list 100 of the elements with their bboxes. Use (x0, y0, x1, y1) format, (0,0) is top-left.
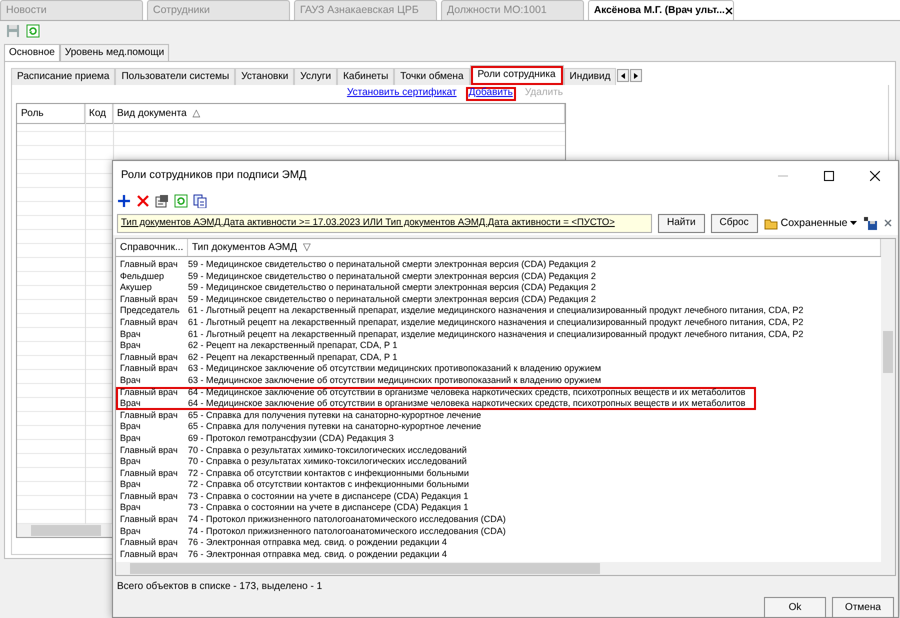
tab[interactable]: Точки обмена (394, 68, 470, 85)
caret-icon (850, 221, 858, 225)
dialog-button[interactable]: Отмена (832, 597, 894, 618)
table-cell-text: Врач (120, 374, 142, 387)
delete-icon[interactable] (136, 194, 150, 208)
table-cell-text: Врач (120, 421, 142, 433)
table-cell: 73 - Справка о состоянии на учете в диспансере (CDA) Редакция 1 (188, 502, 468, 514)
table-cell-text: Председатель (120, 305, 181, 317)
table-cell-text: Главный врач (120, 294, 179, 306)
vertical-scrollbar[interactable] (881, 239, 895, 575)
table-cell: 70 - Справка о результатах химико-токсилогических исследований (188, 456, 467, 468)
table-cell-text: Главный врач (120, 316, 179, 329)
sort-icon: △ (192, 108, 201, 120)
tab[interactable]: Кабинеты (337, 68, 394, 85)
table-cell: 69 - Протокол гемотрансфузии (CDA) Редакция 3 (188, 432, 394, 444)
tab[interactable]: Пользователи системы (115, 68, 236, 85)
right-arrow-icon (634, 72, 638, 78)
column-header[interactable]: Справочник... (116, 239, 188, 256)
table-cell-text: Врач (120, 432, 142, 444)
table-cell: 64 - Медицинское заключение об отсутствии в организме человека наркотических средств, психотропных веществ и их метаболитов (188, 398, 746, 410)
horizontal-scrollbar[interactable] (116, 562, 881, 575)
table-cell-text: Главный врач (120, 468, 179, 480)
table-cell: 59 - Медицинское свидетельство о перинатальной смерти электронная версия (CDA) Редакция 2 (188, 259, 596, 271)
table-cell-text: Врач (120, 526, 142, 538)
table-cell: 65 - Справка для получения путевки на санаторно-курортное лечение (188, 410, 482, 422)
properties-icon[interactable] (155, 194, 169, 208)
table-cell: 70 - Справка о результатах химико-токсилогических исследований (188, 444, 467, 456)
tab[interactable]: Услуги (294, 68, 338, 85)
filter-button[interactable]: Сброс (710, 214, 758, 232)
section-tab[interactable]: Уровень мед.помощи (60, 44, 170, 61)
horizontal-scrollbar[interactable] (17, 524, 111, 537)
filter-button[interactable]: Найти (658, 214, 705, 232)
sort-icon: ▽ (303, 242, 312, 254)
table-cell: 76 - Электронная отправка мед. свид. о рождении редакции 4 (188, 537, 447, 549)
document-tab[interactable]: Аксёнова М.Г. (Врач ульт... (588, 0, 734, 20)
filter-field[interactable]: Тип документов АЭМД.Дата активности >= 17.03.2023 ИЛИ Тип документов АЭМД.Дата активности = <ПУСТО> (117, 214, 652, 232)
table-cell: 59 - Медицинское свидетельство о перинатальной смерти электронная версия (CDA) Редакция 2 (188, 282, 596, 294)
maximize-icon (824, 171, 834, 181)
tab[interactable]: Расписание приема (11, 68, 116, 85)
table-cell-text: Главный врач (120, 514, 179, 526)
close-button[interactable] (724, 6, 733, 14)
table-cell-text: Врач (120, 328, 142, 340)
scroll-right-button[interactable] (630, 69, 642, 82)
table-cell-text: Главный врач (120, 537, 179, 549)
table-cell-text: Главный врач (120, 548, 179, 560)
refresh-icon[interactable] (174, 194, 188, 208)
table-cell: 72 - Справка об отсутствии контактов с инфекционными больными (188, 468, 469, 480)
column-header[interactable]: Код (85, 104, 113, 123)
table-cell-text: Главный врач (120, 259, 179, 271)
table-cell-text: Врач (120, 456, 142, 468)
table-cell-text: Врач (120, 502, 142, 514)
saved-filters-button[interactable]: Сохраненные (764, 216, 858, 230)
table-cell: 62 - Рецепт на лекарственный препарат, CDA, P 1 (188, 340, 398, 352)
add-icon[interactable] (117, 194, 131, 208)
column-header[interactable]: Роль (17, 104, 85, 123)
table-cell: 61 - Льготный рецепт на лекарственный препарат, изделие медицинского назначения и специализированный продукт лечебного питания, CDA, P2 (188, 305, 804, 317)
dialog-title: Роли сотрудников при подписи ЭМД (121, 169, 308, 183)
section-tab[interactable]: Основное (4, 44, 60, 61)
refresh-icon[interactable] (26, 24, 40, 38)
table-cell: 63 - Медицинское заключение об отсутствии медицинских противопоказаний к владению оружием (188, 363, 602, 375)
dialog-button[interactable]: Ok (764, 597, 826, 618)
table-cell-text: Главный врач (120, 386, 179, 398)
table-cell: 76 - Электронная отправка мед. свид. о рождении редакции 4 (188, 548, 447, 560)
table-cell-text: Врач (120, 398, 142, 410)
table-cell-text: Главный врач (120, 444, 179, 456)
table-cell: 61 - Льготный рецепт на лекарственный препарат, изделие медицинского назначения и специализированный продукт лечебного питания, CDA, P2 (188, 316, 804, 329)
left-arrow-icon (621, 72, 626, 78)
table-cell: 65 - Справка для получения путевки на санаторно-курортное лечение (188, 421, 482, 433)
table-cell-text: Акушер (120, 282, 153, 294)
close-icon (870, 171, 880, 181)
table-cell-text: Фельдшер (120, 270, 165, 282)
table-cell-text: Главный врач (120, 363, 179, 375)
table-cell: 74 - Протокол прижизненного патологоанатомического исследования (CDA) (188, 526, 506, 538)
table-cell: 59 - Медицинское свидетельство о перинатальной смерти электронная версия (CDA) Редакция 2 (188, 270, 596, 282)
tab[interactable]: Установки (235, 68, 294, 85)
column-header[interactable]: Вид документа △ (113, 104, 565, 123)
status-text: Всего объектов в списке - 173, выделено - 1 (116, 580, 324, 593)
table-cell-text: Главный врач (120, 410, 179, 422)
table-cell: 61 - Льготный рецепт на лекарственный препарат, изделие медицинского назначения и специализированный продукт лечебного питания, CDA, P2 (188, 328, 804, 340)
tab[interactable]: Индивид (564, 68, 616, 85)
table-cell: 59 - Медицинское свидетельство о перинатальной смерти электронная версия (CDA) Редакция 2 (188, 294, 596, 306)
table-cell-text: Врач (120, 479, 142, 491)
table-cell: 62 - Рецепт на лекарственный препарат, CDA, P 1 (188, 352, 398, 364)
copy-icon[interactable] (193, 194, 207, 208)
table-cell: 63 - Медицинское заключение об отсутствии медицинских противопоказаний к владению оружием (188, 374, 602, 387)
clear-button[interactable] (884, 219, 892, 227)
table-cell: 74 - Протокол прижизненного патологоанатомического исследования (CDA) (188, 514, 506, 526)
table-cell: 73 - Справка о состоянии на учете в диспансере (CDA) Редакция 1 (188, 490, 468, 502)
table-cell: 72 - Справка об отсутствии контактов с инфекционными больными (188, 479, 469, 491)
clear-icon (884, 219, 892, 227)
table-cell-text: Главный врач (120, 490, 179, 502)
table-cell: 64 - Медицинское заключение об отсутствии в организме человека наркотических средств, психотропных веществ и их метаболитов (188, 386, 746, 398)
table-cell-text: Врач (120, 340, 142, 352)
table-cell-text: Главный врач (120, 352, 179, 364)
scroll-left-button[interactable] (617, 69, 630, 82)
tab[interactable]: Роли сотрудника (470, 65, 564, 85)
link[interactable]: Установить сертификат (344, 87, 460, 101)
link[interactable]: Добавить (466, 87, 516, 101)
close-icon (724, 6, 733, 14)
save-filter-icon[interactable] (863, 216, 878, 230)
